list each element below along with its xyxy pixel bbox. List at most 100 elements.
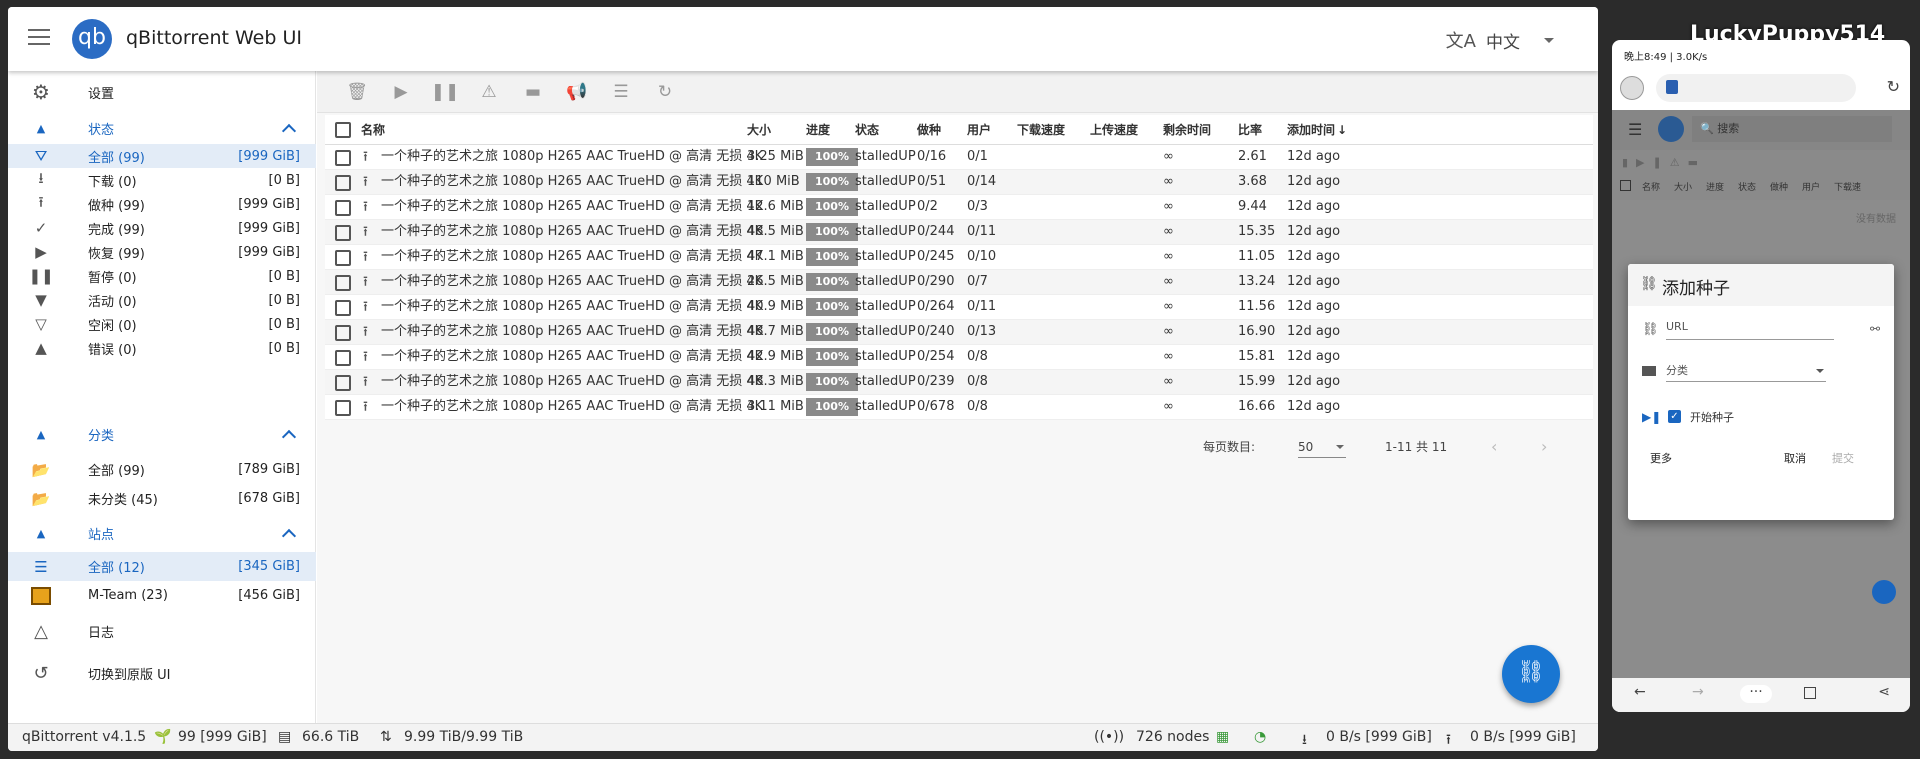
phone-col-header[interactable]: 进度 (1706, 180, 1738, 193)
prev-page-icon[interactable]: ‹ (1491, 437, 1497, 457)
sidebar-item-status[interactable]: ✓ 完成 (99) [999 GiB] (8, 216, 316, 240)
torrent-count: 99 [999 GiB] (178, 729, 267, 745)
row-checkbox[interactable] (335, 400, 351, 416)
filter-icon: ▼ (35, 291, 47, 309)
per-page-select[interactable]: 50 (1298, 437, 1346, 458)
row-checkbox[interactable] (335, 275, 351, 291)
reset-icon[interactable]: ↻ (643, 82, 687, 102)
sidebar-item-status[interactable]: ▽ 空闲 (0) [0 B] (8, 312, 316, 336)
language-select[interactable]: 文A 中文 (1446, 27, 1554, 53)
col-eta[interactable]: 剩余时间 (1163, 115, 1211, 145)
select-all-checkbox[interactable] (1620, 180, 1631, 191)
link-variant-icon[interactable]: ⚯ (1870, 322, 1880, 336)
table-row[interactable]: ⭱ 一个种子的艺术之旅 1080p H265 AAC TrueHD @ 高清 无损… (325, 270, 1593, 295)
site-section-header[interactable]: ▲ 站点 (8, 519, 316, 548)
sidebar-item-status[interactable]: ⛛ 全部 (99) [999 GiB] (8, 144, 316, 168)
select-all-checkbox[interactable] (335, 122, 351, 138)
phone-col-header[interactable]: 下载速 (1834, 180, 1866, 193)
server-icon[interactable]: ☰ (599, 82, 643, 102)
table-row[interactable]: ⭱ 一个种子的艺术之旅 1080p H265 AAC TrueHD @ 高清 无损… (325, 220, 1593, 245)
row-checkbox[interactable] (335, 225, 351, 241)
category-section-header[interactable]: ▲ 分类 (8, 420, 316, 449)
url-field[interactable] (1656, 74, 1856, 102)
row-checkbox[interactable] (335, 350, 351, 366)
col-ratio[interactable]: 比率 (1238, 115, 1262, 145)
more-button[interactable]: 更多 (1650, 450, 1672, 466)
phone-col-header[interactable]: 大小 (1674, 180, 1706, 193)
search-input[interactable]: 🔍 搜索 (1692, 116, 1892, 142)
refresh-icon[interactable]: ↻ (1887, 77, 1900, 96)
menu-dots-icon[interactable]: ··· (1740, 685, 1772, 703)
status-section-header[interactable]: ▲ 状态 (8, 114, 316, 143)
sidebar-item-settings[interactable]: ⚙ 设置 (8, 75, 316, 109)
pause-icon[interactable]: ❚❚ (423, 82, 467, 102)
sidebar-item-site-mteam[interactable]: M-Team (23) [456 GiB] (8, 581, 316, 610)
sidebar-item-category-all[interactable]: 📂 全部 (99) [789 GiB] (8, 455, 316, 484)
row-checkbox[interactable] (335, 375, 351, 391)
next-page-icon[interactable]: › (1541, 437, 1547, 457)
col-dl-speed[interactable]: 下载速度 (1017, 115, 1065, 145)
submit-button[interactable]: 提交 (1832, 450, 1854, 466)
torrent-eta: ∞ (1163, 174, 1174, 189)
col-peers[interactable]: 用户 (967, 115, 991, 145)
menu-icon[interactable]: ☰ (1628, 120, 1642, 139)
col-ul-speed[interactable]: 上传速度 (1090, 115, 1138, 145)
share-icon[interactable]: ⋖ (1878, 684, 1890, 700)
table-row[interactable]: ⭱ 一个种子的艺术之旅 1080p H265 AAC TrueHD @ 高清 无损… (325, 145, 1593, 170)
speed-limit-icon[interactable]: ◔ (1254, 729, 1266, 745)
phone-col-header[interactable]: 名称 (1642, 180, 1674, 193)
table-row[interactable]: ⭱ 一个种子的艺术之旅 1080p H265 AAC TrueHD @ 高清 无损… (325, 395, 1593, 420)
announce-icon[interactable]: 📢 (555, 82, 599, 102)
sidebar-item-status[interactable]: ❚❚ 暂停 (0) [0 B] (8, 264, 316, 288)
row-checkbox[interactable] (335, 175, 351, 191)
col-seeds[interactable]: 做种 (917, 115, 941, 145)
table-row[interactable]: ⭱ 一个种子的艺术之旅 1080p H265 AAC TrueHD @ 高清 无损… (325, 195, 1593, 220)
add-torrent-button[interactable]: ⛓ (1502, 645, 1560, 703)
col-size[interactable]: 大小 (747, 115, 771, 145)
alert-icon[interactable]: ⚠ (467, 82, 511, 102)
torrent-seeds: 0/245 (917, 249, 955, 264)
progress-bar: 100% (806, 273, 858, 291)
table-row[interactable]: ⭱ 一个种子的艺术之旅 1080p H265 AAC TrueHD @ 高清 无损… (325, 245, 1593, 270)
torrent-peers: 0/13 (967, 324, 997, 339)
category-select[interactable]: 分类 (1666, 362, 1826, 382)
sidebar-item-status[interactable]: ▼ 活动 (0) [0 B] (8, 288, 316, 312)
tabs-icon[interactable] (1804, 687, 1816, 699)
sidebar-item-site-all[interactable]: ☰ 全部 (12) [345 GiB] (8, 552, 316, 581)
url-input[interactable]: URL (1666, 320, 1834, 340)
folder-icon[interactable]: ▬ (511, 82, 555, 102)
row-checkbox[interactable] (335, 300, 351, 316)
forward-icon[interactable]: → (1692, 684, 1704, 700)
cancel-button[interactable]: 取消 (1784, 450, 1806, 466)
table-row[interactable]: ⭱ 一个种子的艺术之旅 1080p H265 AAC TrueHD @ 高清 无损… (325, 320, 1593, 345)
table-row[interactable]: ⭱ 一个种子的艺术之旅 1080p H265 AAC TrueHD @ 高清 无损… (325, 295, 1593, 320)
col-name[interactable]: 名称 (361, 115, 385, 145)
menu-icon[interactable] (28, 29, 50, 47)
table-row[interactable]: ⭱ 一个种子的艺术之旅 1080p H265 AAC TrueHD @ 高清 无损… (325, 170, 1593, 195)
phone-col-header[interactable]: 做种 (1770, 180, 1802, 193)
sidebar-item-status[interactable]: ▶ 恢复 (99) [999 GiB] (8, 240, 316, 264)
sidebar-item-status[interactable]: ⭳ 下载 (0) [0 B] (8, 168, 316, 192)
col-added[interactable]: 添加时间 (1287, 115, 1335, 145)
table-row[interactable]: ⭱ 一个种子的艺术之旅 1080p H265 AAC TrueHD @ 高清 无损… (325, 370, 1593, 395)
start-checkbox[interactable]: ✓ (1668, 410, 1681, 423)
phone-col-header[interactable]: 状态 (1738, 180, 1770, 193)
row-checkbox[interactable] (335, 250, 351, 266)
sidebar-item-status[interactable]: ▲ 错误 (0) [0 B] (8, 336, 316, 360)
col-progress[interactable]: 进度 (806, 115, 830, 145)
sidebar-item-log[interactable]: △ 日志 (8, 617, 316, 646)
sidebar-item-status[interactable]: ⭱ 做种 (99) [999 GiB] (8, 192, 316, 216)
back-icon[interactable]: ← (1634, 684, 1646, 700)
add-torrent-fab[interactable] (1872, 580, 1896, 604)
play-icon[interactable]: ▶ (379, 82, 423, 102)
row-checkbox[interactable] (335, 325, 351, 341)
avatar[interactable] (1620, 76, 1644, 100)
row-checkbox[interactable] (335, 150, 351, 166)
phone-col-header[interactable]: 用户 (1802, 180, 1834, 193)
table-row[interactable]: ⭱ 一个种子的艺术之旅 1080p H265 AAC TrueHD @ 高清 无损… (325, 345, 1593, 370)
sidebar-item-category-uncategorized[interactable]: 📂 未分类 (45) [678 GiB] (8, 484, 316, 513)
delete-icon[interactable]: 🗑 (335, 82, 379, 102)
row-checkbox[interactable] (335, 200, 351, 216)
col-state[interactable]: 状态 (855, 115, 879, 145)
sidebar-item-switch-ui[interactable]: ↺ 切换到原版 UI (8, 659, 316, 688)
